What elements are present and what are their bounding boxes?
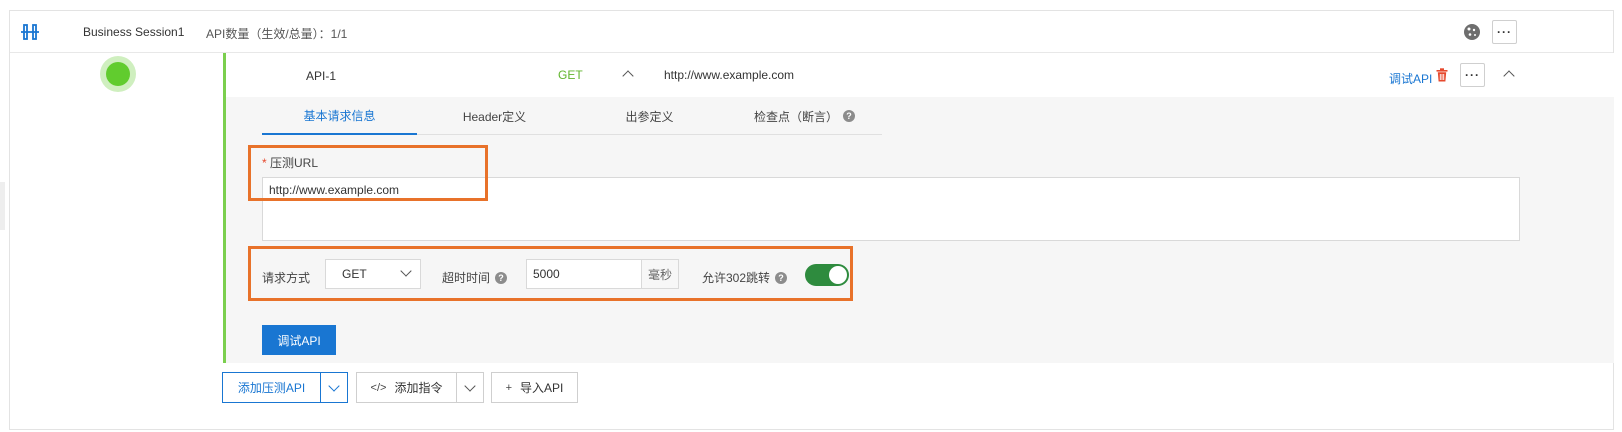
help-icon[interactable]: ?: [495, 271, 508, 284]
add-api-button[interactable]: 添加压测API: [222, 372, 321, 403]
chevron-up-icon[interactable]: [621, 67, 635, 81]
url-label: * 压测URL: [262, 156, 319, 170]
session-more-button[interactable]: ···: [1492, 20, 1517, 44]
chevron-down-icon: [465, 383, 475, 393]
add-api-dropdown[interactable]: [320, 372, 348, 403]
toggle-knob: [829, 266, 847, 284]
session-header: Business Session1 API数量（生效/总量）：1/1 ···: [10, 11, 1613, 53]
tab-header-definition[interactable]: Header定义: [417, 97, 572, 135]
api-method: GET: [558, 68, 583, 82]
api-more-button[interactable]: ···: [1460, 63, 1485, 87]
timeout-label: 超时时间?: [442, 269, 508, 286]
add-command-dropdown[interactable]: [456, 372, 484, 403]
session-name: Business Session1: [83, 25, 185, 39]
chevron-down-icon: [329, 383, 339, 393]
collapse-chevron-icon[interactable]: [1502, 67, 1516, 81]
redirect-label: 允许302跳转?: [702, 269, 788, 286]
left-edge-marker: [0, 182, 5, 230]
method-select[interactable]: GET: [325, 259, 421, 289]
import-api-button[interactable]: + 导入API: [491, 372, 578, 403]
add-command-button[interactable]: </> 添加指令: [356, 372, 457, 403]
api-detail-panel: 基本请求信息 Header定义 出参定义 检查点（断言）? * 压测URL ht…: [226, 97, 1614, 363]
debug-api-button[interactable]: 调试API: [262, 325, 336, 355]
tab-bar: 基本请求信息 Header定义 出参定义 检查点（断言）?: [262, 97, 882, 135]
debug-api-link[interactable]: 调试API: [1389, 70, 1432, 87]
tab-checkpoints[interactable]: 检查点（断言）?: [727, 97, 882, 135]
redirect-toggle[interactable]: [805, 264, 849, 286]
required-asterisk: *: [262, 156, 271, 170]
plus-icon: +: [505, 381, 513, 394]
help-icon[interactable]: ?: [843, 110, 855, 122]
tab-output-params[interactable]: 出参定义: [572, 97, 727, 135]
timeout-input[interactable]: [526, 259, 642, 289]
session-card: Business Session1 API数量（生效/总量）：1/1 ··· A…: [9, 10, 1614, 430]
method-label: 请求方式: [262, 271, 311, 285]
session-flow-icon[interactable]: [20, 23, 40, 41]
api-url: http://www.example.com: [664, 68, 795, 82]
status-indicator: [106, 62, 130, 86]
api-count: API数量（生效/总量）：1/1: [206, 27, 348, 41]
timeout-unit: 毫秒: [641, 259, 679, 289]
cookie-icon[interactable]: [1463, 23, 1481, 41]
tab-basic-request[interactable]: 基本请求信息: [262, 97, 417, 135]
trash-icon[interactable]: [1436, 68, 1448, 82]
api-block: API-1 GET http://www.example.com 调试API ·…: [223, 53, 1614, 363]
chevron-down-icon: [401, 267, 411, 277]
api-name: API-1: [306, 69, 337, 83]
url-input[interactable]: http://www.example.com: [262, 177, 1520, 241]
help-icon[interactable]: ?: [775, 271, 788, 284]
code-icon: </>: [370, 381, 387, 394]
api-row[interactable]: API-1 GET http://www.example.com 调试API ·…: [226, 53, 1614, 97]
